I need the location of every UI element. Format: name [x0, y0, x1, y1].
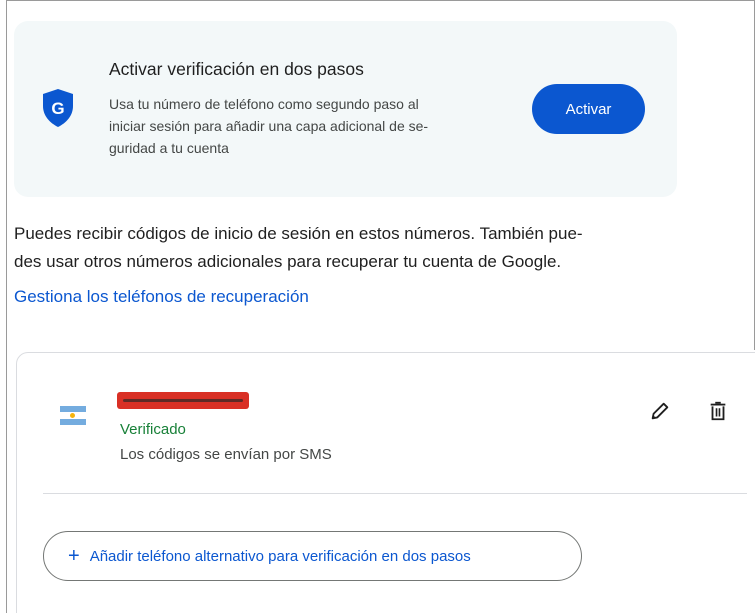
promo-title: Activar verificación en dos pasos: [109, 59, 364, 79]
edit-phone-button[interactable]: [645, 396, 675, 426]
pencil-icon: [651, 402, 669, 420]
svg-text:G: G: [51, 99, 64, 118]
plus-icon: +: [68, 545, 80, 567]
activate-button[interactable]: Activar: [532, 84, 645, 134]
google-shield-icon: G: [43, 89, 73, 127]
add-backup-phone-button[interactable]: + Añadir teléfono alternativo para verif…: [43, 531, 582, 581]
verified-status: Verificado: [120, 421, 186, 438]
trash-icon: [710, 401, 726, 421]
info-text: Puedes recibir códigos de inicio de sesi…: [14, 224, 583, 271]
sms-detail: Los códigos se envían por SMS: [120, 446, 332, 463]
promo-description: Usa tu número de teléfono como segundo p…: [109, 96, 429, 156]
argentina-flag-icon: [60, 406, 86, 425]
manage-recovery-phones-link[interactable]: Gestiona los teléfonos de recuperación: [14, 283, 309, 311]
delete-phone-button[interactable]: [703, 396, 733, 426]
divider: [43, 493, 747, 494]
redacted-phone-number: [117, 392, 249, 409]
add-backup-phone-label: Añadir teléfono alternativo para verific…: [89, 547, 471, 565]
